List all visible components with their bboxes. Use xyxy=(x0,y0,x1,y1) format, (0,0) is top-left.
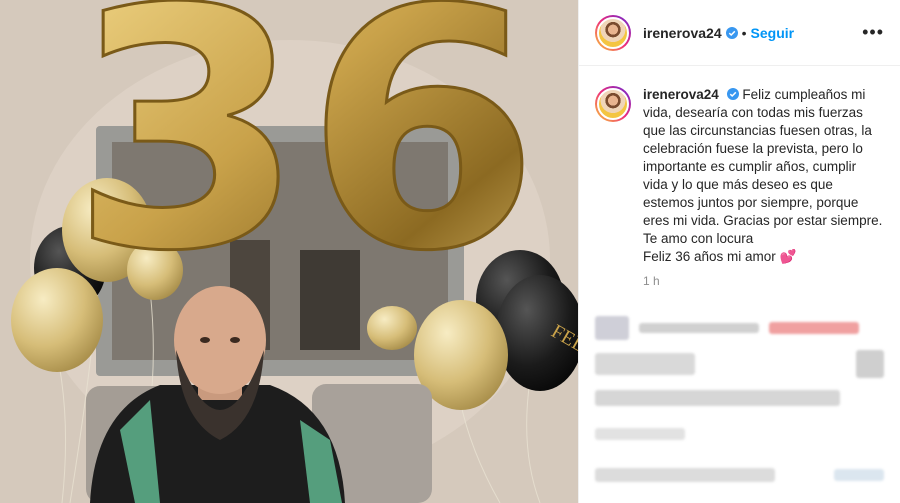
photo-illustration: FEL 36 xyxy=(0,0,578,503)
instagram-post: FEL 36 irenerova24 • Seguir ••• irenerov… xyxy=(0,0,900,503)
comment-row xyxy=(595,468,884,482)
separator-dot: • xyxy=(741,24,747,41)
caption-line: eres mi vida. Gracias por estar siempre. xyxy=(643,213,883,228)
verified-badge-icon xyxy=(725,26,738,39)
caption-line: que las circunstancias fuesen otras, la xyxy=(643,123,872,138)
avatar[interactable] xyxy=(595,14,631,51)
caption-avatar[interactable] xyxy=(595,86,631,122)
post-timestamp[interactable]: 1 h xyxy=(643,274,900,288)
caption-line: estemos juntos por siempre, porque xyxy=(643,195,859,210)
verified-badge-icon xyxy=(726,88,739,100)
caption-line: vida, desearía con todas mis fuerzas xyxy=(643,105,863,120)
caption-line: celebración fuese la prevista, pero lo xyxy=(643,141,863,156)
caption-text: irenerova24 Feliz cumpleaños mi vida, de… xyxy=(643,86,884,266)
caption: irenerova24 Feliz cumpleaños mi vida, de… xyxy=(579,66,900,266)
caption-line: vida y lo que más deseo es que xyxy=(643,177,833,192)
comment-row xyxy=(595,316,884,340)
comment-row xyxy=(595,428,884,440)
caption-line: importante es cumplir años, cumplir xyxy=(643,159,857,174)
caption-username[interactable]: irenerova24 xyxy=(643,87,719,102)
caption-line: Feliz cumpleaños mi xyxy=(742,87,866,102)
post-details-panel: irenerova24 • Seguir ••• irenerova24 Fel… xyxy=(578,0,900,503)
caption-line: Feliz 36 años mi amor 💕 xyxy=(643,249,797,264)
post-photo[interactable]: FEL 36 xyxy=(0,0,578,503)
comment-avatar xyxy=(595,316,629,340)
comment-row xyxy=(595,350,884,378)
follow-button[interactable]: Seguir xyxy=(751,25,795,41)
header-username[interactable]: irenerova24 xyxy=(643,25,722,41)
number-balloons: 36 xyxy=(69,0,542,325)
comment-row xyxy=(595,390,884,406)
caption-line: Te amo con locura xyxy=(643,231,754,246)
more-icon[interactable]: ••• xyxy=(862,22,884,43)
post-header: irenerova24 • Seguir ••• xyxy=(579,0,900,66)
svg-text:36: 36 xyxy=(70,0,540,323)
